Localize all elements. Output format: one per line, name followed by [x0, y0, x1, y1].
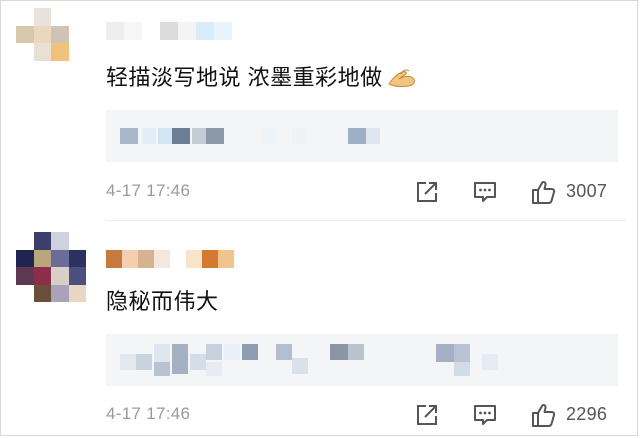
- comment-icon: [474, 405, 496, 425]
- comment-text: 隐秘而伟大: [106, 289, 219, 314]
- timestamp: 4-17 17:46: [106, 404, 191, 423]
- like-button[interactable]: [530, 179, 556, 205]
- username-pixelated[interactable]: [106, 250, 234, 268]
- like-button[interactable]: [530, 402, 556, 428]
- like-icon: [532, 403, 556, 427]
- comment-icon: [474, 182, 496, 202]
- share-button[interactable]: [414, 179, 440, 205]
- like-count: 2296: [566, 404, 608, 424]
- share-button[interactable]: [414, 402, 440, 428]
- avatar[interactable]: [16, 8, 86, 78]
- comment-button[interactable]: [472, 402, 498, 428]
- comment-text: 轻描淡写地说 浓墨重彩地做: [106, 60, 417, 92]
- comment-footer: 4-17 17:46 3007: [106, 177, 618, 207]
- reply-preview-box[interactable]: [106, 334, 618, 386]
- reply-preview-mosaic: [106, 334, 618, 386]
- comment-item: 隐秘而伟大 4-17 17:46 2296: [0, 222, 640, 438]
- timestamp: 4-17 17:46: [106, 181, 191, 200]
- comment-divider: [106, 220, 626, 221]
- comment-item: 轻描淡写地说 浓墨重彩地做 4-17 17:46 3007: [0, 0, 640, 221]
- reply-preview-box[interactable]: [106, 110, 618, 162]
- pinch-hand-emoji: [387, 69, 415, 88]
- avatar[interactable]: [16, 232, 86, 302]
- like-icon: [532, 180, 556, 204]
- like-count: 3007: [566, 181, 608, 201]
- comment-footer: 4-17 17:46 2296: [106, 400, 618, 430]
- reply-preview-mosaic: [106, 110, 618, 162]
- share-icon: [417, 182, 437, 202]
- username-pixelated[interactable]: [106, 22, 232, 40]
- share-icon: [417, 405, 437, 425]
- comment-button[interactable]: [472, 179, 498, 205]
